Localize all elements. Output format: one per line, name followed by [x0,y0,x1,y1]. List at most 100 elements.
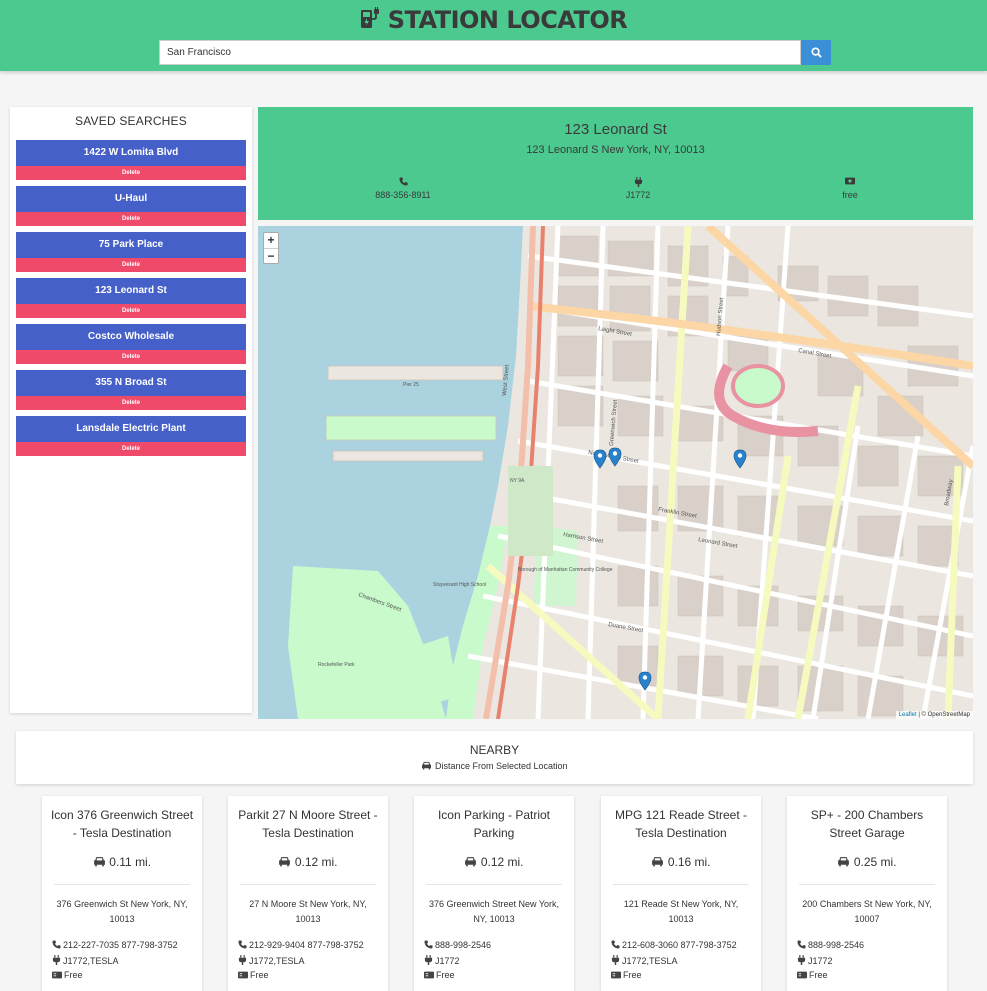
card-cost-text: Free [250,970,269,980]
map-tiles[interactable]: West Street North Moore Street Leonard S… [258,226,973,719]
card-distance-text: 0.12 mi. [480,855,524,869]
phone-icon [611,940,620,949]
delete-button[interactable]: Delete [16,166,246,180]
search-button[interactable] [801,40,831,65]
card-name: SP+ - 200 Chambers Street Garage [810,808,924,840]
saved-search-button[interactable]: U-Haul [16,186,246,212]
card-distance: 0.11 mi. [42,855,202,869]
card-connector-text: J1772,TESLA [63,956,119,966]
nearby-title: NEARBY [469,743,520,757]
card-phone-text: 212-929-9404 877-798-3752 [249,940,364,950]
header: STATION LOCATOR [0,0,987,71]
card-distance-text: 0.16 mi. [667,855,711,869]
nearby-card[interactable]: Parkit 27 N Moore Street - Tesla Destina… [228,796,388,991]
saved-search-item: Lansdale Electric Plant Delete [16,416,246,456]
card-distance: 0.12 mi. [414,855,574,869]
card-name: Parkit 27 N Moore Street - Tesla Destina… [238,808,378,840]
app-title: STATION LOCATOR [387,6,628,34]
app-logo[interactable]: STATION LOCATOR [0,6,987,35]
card-phone-text: 212-227-7035 877-798-3752 [63,940,178,950]
plug-icon [238,955,247,965]
card-cost-text: Free [436,970,455,980]
saved-search-item: Costco Wholesale Delete [16,324,246,364]
card-connector: J1772,TESLA [238,955,388,966]
plug-icon [797,955,806,965]
station-connector-text: J1772 [625,190,651,200]
search-icon [810,47,822,58]
saved-search-button[interactable]: 355 N Broad St [16,370,246,396]
nearby-card[interactable]: Icon Parking - Patriot Parking 0.12 mi. … [414,796,574,991]
delete-button[interactable]: Delete [16,304,246,318]
phone-icon [52,940,61,949]
car-icon [465,857,477,867]
zoom-in-button[interactable]: + [264,233,278,248]
station-connector: J1772 [578,177,698,200]
station-cost: free [790,177,910,200]
saved-search-button[interactable]: 75 Park Place [16,232,246,258]
map-label: Rockefeller Park [318,662,355,668]
plug-icon [578,177,698,189]
map-label: NY 9A [510,478,525,484]
card-distance: 0.25 mi. [787,855,947,869]
card-cost-text: Free [809,970,828,980]
card-address: 376 Greenwich Street New York, NY, 10013 [428,899,560,924]
saved-search-button[interactable]: Costco Wholesale [16,324,246,350]
card-address: 376 Greenwich St New York, NY, 10013 [56,899,188,924]
card-cost-text: Free [623,970,642,980]
card-name: Icon Parking - Patriot Parking [437,808,551,840]
card-connector-text: J1772,TESLA [249,956,305,966]
card-phone: 888-998-2546 [797,940,947,950]
nearby-subtitle: Distance From Selected Location [16,761,973,771]
card-phone-text: 212-608-3060 877-798-3752 [622,940,737,950]
card-phone: 888-998-2546 [424,940,574,950]
car-icon [422,761,432,770]
nearby-card[interactable]: MPG 121 Reade Street - Tesla Destination… [601,796,761,991]
money-icon [611,971,621,979]
card-connector: J1772,TESLA [52,955,202,966]
delete-button[interactable]: Delete [16,442,246,456]
delete-button[interactable]: Delete [16,212,246,226]
saved-search-button[interactable]: Lansdale Electric Plant [16,416,246,442]
card-distance-text: 0.11 mi. [109,855,152,869]
search-bar [159,40,831,65]
nearby-card[interactable]: SP+ - 200 Chambers Street Garage 0.25 mi… [787,796,947,991]
card-divider [613,884,749,885]
saved-search-button[interactable]: 1422 W Lomita Blvd [16,140,246,166]
delete-button[interactable]: Delete [16,350,246,364]
card-cost-text: Free [64,970,83,980]
card-phone: 212-227-7035 877-798-3752 [52,940,202,950]
car-icon [838,857,850,867]
money-icon [52,971,62,979]
card-phone-text: 888-998-2546 [808,940,865,950]
plug-icon [52,955,61,965]
station-cost-text: free [842,190,858,200]
search-input[interactable] [159,40,801,65]
card-address: 27 N Moore St New York, NY, 10013 [249,899,367,924]
card-connector-text: J1772 [808,956,833,966]
nearby-card[interactable]: Icon 376 Greenwich Street - Tesla Destin… [42,796,202,991]
phone-icon [424,940,433,949]
phone-icon [343,177,463,189]
phone-icon [238,940,247,949]
car-icon [652,857,664,867]
saved-search-button[interactable]: 123 Leonard St [16,278,246,304]
saved-search-item: U-Haul Delete [16,186,246,226]
card-distance-text: 0.12 mi. [294,855,338,869]
money-icon [790,177,910,189]
card-connector-text: J1772 [435,956,460,966]
saved-search-item: 75 Park Place Delete [16,232,246,272]
osm-attribution[interactable]: | © OpenStreetMap [917,712,970,718]
saved-searches-title: SAVED SEARCHES [75,114,187,128]
zoom-out-button[interactable]: − [264,248,278,263]
card-divider [54,884,190,885]
card-connector-text: J1772,TESLA [622,956,678,966]
map[interactable]: West Street North Moore Street Leonard S… [258,226,973,719]
delete-button[interactable]: Delete [16,396,246,410]
money-icon [238,971,248,979]
map-attribution: Leaflet | © OpenStreetMap [895,711,973,719]
delete-button[interactable]: Delete [16,258,246,272]
card-name: MPG 121 Reade Street - Tesla Destination [614,808,748,840]
card-connector: J1772 [424,955,574,966]
leaflet-link[interactable]: Leaflet [899,712,917,718]
saved-search-item: 355 N Broad St Delete [16,370,246,410]
